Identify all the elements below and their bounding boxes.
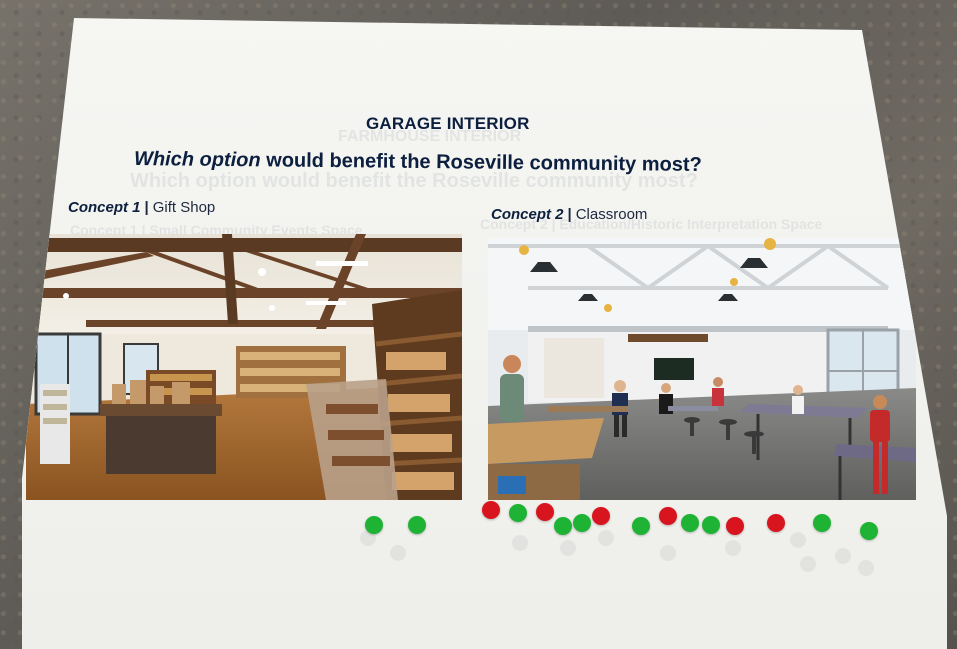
dot-show-through [560,540,576,556]
concept-2-separator: | [567,206,572,223]
concept-1-number: Concept 1 [68,199,141,216]
concept-2-number: Concept 2 [491,206,564,223]
concept-2-green-vote-dot [860,522,878,540]
question-rest: would benefit the Roseville community mo… [260,149,702,176]
dot-show-through [390,545,406,561]
dot-show-through [660,545,676,561]
classroom-photo [488,238,916,500]
concept-2-label: Concept 2 | Classroom [491,206,647,223]
concept-1-label: Concept 1 | Gift Shop [68,199,215,216]
concept-1-separator: | [144,199,149,216]
gift-shop-photo [26,234,462,500]
concept-2-red-vote-dot [592,507,610,525]
concept-2-red-vote-dot [659,507,677,525]
concept-2-red-vote-dot [482,501,500,519]
dot-show-through [800,556,816,572]
concept-2-green-vote-dot [509,504,527,522]
concept-2-red-vote-dot [767,514,785,532]
concept-2-green-vote-dot [573,514,591,532]
concept-2-name: Classroom [575,206,648,223]
dot-show-through [835,548,851,564]
dot-show-through [790,532,806,548]
question-emphasis: Which option [133,148,261,172]
concept-2-green-vote-dot [554,517,572,535]
concept-1-name: Gift Shop [152,199,216,216]
dot-show-through [598,530,614,546]
poster-title: GARAGE INTERIOR [366,114,530,133]
concept-2-green-vote-dot [702,516,720,534]
concept-2-green-vote-dot [813,514,831,532]
concept-2-red-vote-dot [536,503,554,521]
concept-2-green-vote-dot [632,517,650,535]
concept-1-green-vote-dot [408,516,426,534]
concept-2-red-vote-dot [726,517,744,535]
dot-show-through [858,560,874,576]
poster-board: FARMHOUSE INTERIOR Which option would be… [22,18,947,649]
concept-1-green-vote-dot [365,516,383,534]
concept-2-green-vote-dot [681,514,699,532]
dot-show-through [512,535,528,551]
dot-show-through [725,540,741,556]
